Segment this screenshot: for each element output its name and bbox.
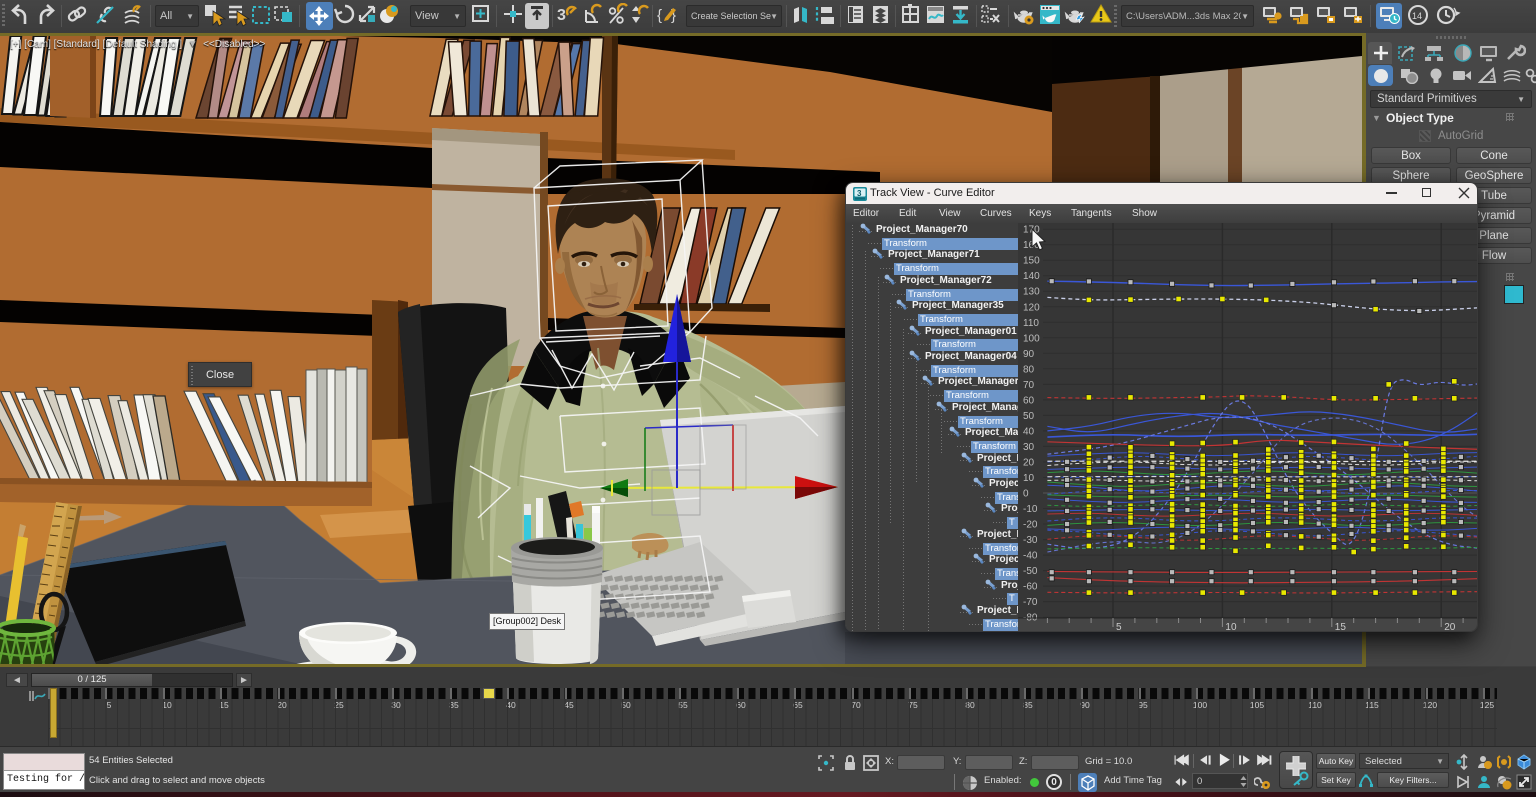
svg-text:20: 20 (1023, 458, 1035, 469)
svg-text:-30: -30 (1023, 535, 1038, 546)
svg-text:140: 140 (1023, 271, 1040, 282)
svg-text:60: 60 (1023, 395, 1035, 406)
svg-text:15: 15 (1335, 622, 1347, 632)
svg-text:-50: -50 (1023, 566, 1038, 577)
svg-text:150: 150 (1023, 256, 1040, 267)
svg-text:10: 10 (1023, 473, 1035, 484)
svg-text:90: 90 (1023, 349, 1035, 360)
svg-text:20: 20 (1444, 622, 1456, 632)
svg-text:50: 50 (1023, 411, 1035, 422)
svg-text:-70: -70 (1023, 597, 1038, 608)
svg-text:{: { (657, 7, 662, 24)
svg-text:10: 10 (1225, 622, 1237, 632)
svg-text:100: 100 (1023, 333, 1040, 344)
svg-text:120: 120 (1023, 302, 1040, 313)
svg-text:40: 40 (1023, 426, 1035, 437)
svg-text:80: 80 (1023, 364, 1035, 375)
svg-text:130: 130 (1023, 287, 1040, 298)
svg-text:0: 0 (1023, 489, 1029, 500)
svg-text:30: 30 (1023, 442, 1035, 453)
svg-text:70: 70 (1023, 380, 1035, 391)
svg-text:14: 14 (1412, 11, 1422, 21)
svg-text:3: 3 (857, 189, 862, 198)
svg-text:3: 3 (557, 7, 566, 24)
svg-text:-10: -10 (1023, 504, 1038, 515)
svg-text:-20: -20 (1023, 520, 1038, 531)
svg-text:-40: -40 (1023, 551, 1038, 562)
svg-text:5: 5 (1116, 622, 1122, 632)
svg-text:110: 110 (1023, 318, 1039, 329)
svg-text:-60: -60 (1023, 582, 1038, 593)
